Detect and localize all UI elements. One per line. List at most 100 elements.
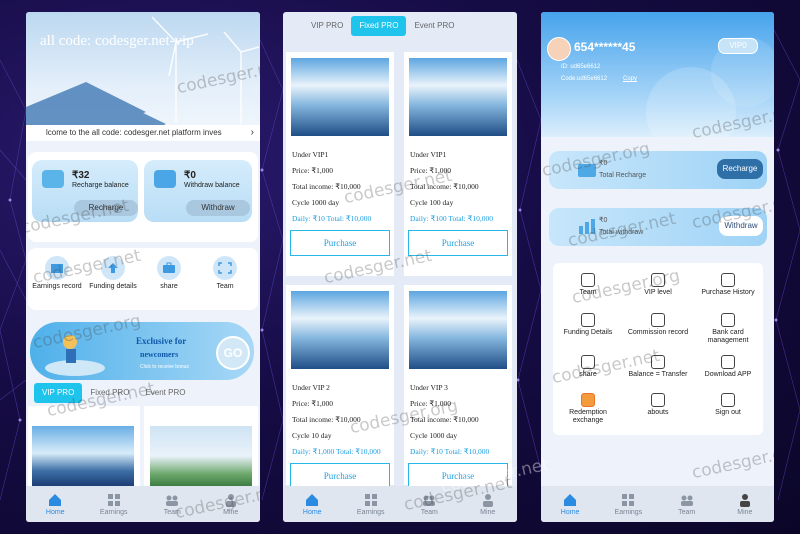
copy-link[interactable]: Copy <box>623 76 637 82</box>
vip-badge: VIP0 <box>718 38 758 54</box>
nav-home[interactable]: Home <box>30 493 80 516</box>
vip-icon <box>651 273 665 287</box>
tab-event-pro-label: Event PRO <box>145 388 186 397</box>
withdraw-wallet-icon <box>154 170 176 188</box>
nav-home-label: Home <box>302 508 322 516</box>
nav-team[interactable]: Team <box>662 493 712 516</box>
menu-abouts[interactable]: abouts <box>623 393 693 417</box>
menu-share[interactable]: share <box>553 355 623 379</box>
share-icon <box>581 355 595 369</box>
total-withdraw-label: Total withdraw <box>599 229 644 236</box>
menu-vip-level[interactable]: VIP level <box>623 273 693 297</box>
purchase-button[interactable]: Purchase <box>408 230 508 256</box>
product-name: Under VIP 2 <box>292 383 330 392</box>
nav-mine[interactable]: Mine <box>206 493 256 516</box>
nav-mine-label: Mine <box>223 508 239 516</box>
chart-icon <box>579 219 595 234</box>
tab-fixed-pro-label: Fixed PRO <box>90 388 130 397</box>
product-daily: Daily: ₹1,000 Total: ₹10,000 <box>292 447 381 456</box>
nav-mine[interactable]: Mine <box>720 493 770 516</box>
tab-vip-pro[interactable]: VIP PRO <box>303 16 351 36</box>
tab-event-pro[interactable]: Event PRO <box>137 383 193 403</box>
product-image-right <box>150 426 252 486</box>
nav-home[interactable]: Home <box>545 493 595 516</box>
product-name: Under VIP 3 <box>410 383 448 392</box>
nav-earnings[interactable]: Earnings <box>346 493 396 516</box>
tab-vip-pro[interactable]: VIP PRO <box>34 383 83 403</box>
user-icon <box>739 493 750 507</box>
header-decoration <box>646 37 774 157</box>
menu-bank-card[interactable]: Bank card management <box>693 313 763 345</box>
team-icon <box>581 273 595 287</box>
newcomer-promo-banner[interactable]: Exclusive for newcomers Click to receive… <box>30 322 254 380</box>
product-card: Under VIP1 Price: ₹1,000 Total income: ₹… <box>286 52 394 276</box>
home-icon <box>49 493 62 506</box>
product-price: Price: ₹1,000 <box>410 166 452 175</box>
quick-earnings-record[interactable]: Earnings record <box>30 256 84 290</box>
tab-fixed-pro[interactable]: Fixed PRO <box>351 16 407 36</box>
tab-event-pro[interactable]: Event PRO <box>406 16 462 36</box>
mine-screen: 654******45 VIP0 ID: ud65e6612 Code:ud65… <box>541 12 774 522</box>
bank-card-icon <box>721 313 735 327</box>
user-icon <box>225 493 236 507</box>
menu-purchase-history-label: Purchase History <box>701 289 755 296</box>
team-icon <box>680 495 693 506</box>
nav-team[interactable]: Team <box>147 493 197 516</box>
briefcase-icon <box>157 256 181 280</box>
promo-title: Exclusive for <box>136 336 187 346</box>
menu-team[interactable]: Team <box>553 273 623 297</box>
home-screen: all code: codesger.net-vip lcome to the … <box>26 12 260 522</box>
nav-team[interactable]: Team <box>404 493 454 516</box>
announcement-marquee[interactable]: lcome to the all code: codesger.net plat… <box>26 125 260 141</box>
tab-fixed-pro[interactable]: Fixed PRO <box>82 383 137 403</box>
account-menu: Team VIP level Purchase History Funding … <box>553 263 763 435</box>
watermark: codesger.org <box>690 440 774 484</box>
avatar[interactable] <box>547 37 571 61</box>
nav-earnings[interactable]: Earnings <box>603 493 653 516</box>
nav-home[interactable]: Home <box>287 493 337 516</box>
tab-fixed-pro-label: Fixed PRO <box>359 21 399 30</box>
menu-funding-details[interactable]: Funding Details <box>553 313 623 337</box>
purchase-button[interactable]: Purchase <box>290 230 390 256</box>
sign-out-icon <box>721 393 735 407</box>
quick-share[interactable]: share <box>142 256 196 290</box>
user-icon <box>482 493 493 507</box>
product-cycle: Cycle 100 day <box>410 198 454 207</box>
withdraw-balance-value: ₹0 <box>184 170 196 181</box>
quick-team[interactable]: Team <box>198 256 252 290</box>
recharge-button[interactable]: Recharge <box>74 200 138 216</box>
grid-icon <box>622 493 635 506</box>
product-image <box>409 291 507 369</box>
withdraw-button[interactable]: Withdraw <box>186 200 250 216</box>
withdraw-button[interactable]: Withdraw <box>719 216 763 236</box>
hero-title: all code: codesger.net-vip <box>40 33 194 49</box>
chevron-right-icon[interactable]: › <box>251 125 254 141</box>
menu-balance-transfer[interactable]: Balance = Transfer <box>623 355 693 379</box>
recharge-balance-label: Recharge balance <box>72 182 129 189</box>
menu-commission-record[interactable]: Commission record <box>623 313 693 337</box>
quick-funding-details[interactable]: Funding details <box>86 256 140 290</box>
home-icon <box>306 493 319 506</box>
withdraw-balance-label: Withdraw balance <box>184 182 240 189</box>
quick-earnings-record-label: Earnings record <box>32 283 82 290</box>
menu-funding-details-label: Funding Details <box>563 329 613 336</box>
product-image <box>291 291 389 369</box>
menu-download-app[interactable]: Download APP <box>693 355 763 379</box>
total-withdraw-value: ₹0 <box>599 217 608 224</box>
nav-mine[interactable]: Mine <box>463 493 513 516</box>
product-daily: Daily: ₹10 Total: ₹10,000 <box>292 214 372 223</box>
menu-purchase-history[interactable]: Purchase History <box>693 273 763 297</box>
product-income: Total income: ₹10,000 <box>292 182 361 191</box>
nav-earnings-label: Earnings <box>614 508 643 516</box>
menu-redemption-label: Redemption exchange <box>569 409 607 424</box>
recharge-button[interactable]: Recharge <box>717 159 763 179</box>
total-recharge-label: Total Recharge <box>599 172 647 179</box>
product-card: Under VIP1 Price: ₹1,000 Total income: ₹… <box>404 52 512 276</box>
promo-go-button[interactable]: GO <box>216 336 250 370</box>
menu-redemption[interactable]: Redemption exchange <box>553 393 623 425</box>
user-id: ID: ud65e6612 <box>561 64 601 70</box>
nav-earnings[interactable]: Earnings <box>89 493 139 516</box>
home-icon <box>564 493 577 506</box>
product-name: Under VIP1 <box>292 150 329 159</box>
menu-sign-out[interactable]: Sign out <box>693 393 763 417</box>
